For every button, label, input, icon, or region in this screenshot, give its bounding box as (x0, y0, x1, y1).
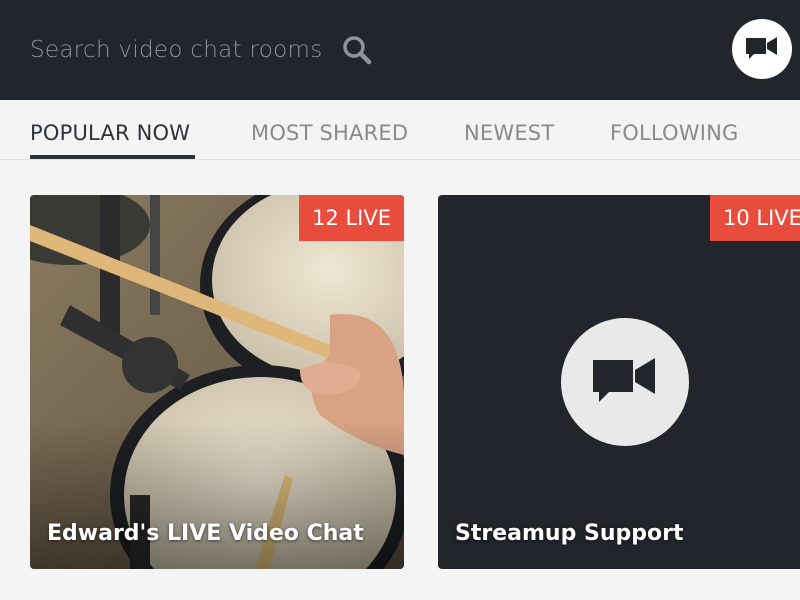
live-count-badge: 12 LIVE (299, 195, 404, 241)
video-camera-icon (746, 37, 777, 59)
room-title: Edward's LIVE Video Chat (47, 521, 364, 546)
room-thumbnail-placeholder (561, 318, 689, 446)
tab-popular-now[interactable]: POPULAR NOW (30, 121, 190, 145)
video-camera-icon (593, 358, 655, 402)
top-bar: Search video chat rooms (0, 0, 800, 100)
tab-bar: POPULAR NOW MOST SHARED NEWEST FOLLOWING (0, 100, 800, 160)
tab-most-shared[interactable]: MOST SHARED (251, 121, 408, 145)
live-count-badge: 10 LIVE (710, 195, 800, 241)
room-title: Streamup Support (455, 521, 684, 546)
tab-newest[interactable]: NEWEST (464, 121, 554, 145)
room-thumbnail-drum-kit (30, 195, 404, 569)
start-video-chat-button[interactable] (732, 19, 792, 79)
search-field[interactable]: Search video chat rooms (30, 28, 373, 72)
room-card[interactable]: 10 LIVE Streamup Support (438, 195, 800, 569)
active-tab-indicator (30, 155, 195, 159)
room-card[interactable]: 12 LIVE Edward's LIVE Video Chat (30, 195, 404, 569)
search-icon[interactable] (341, 34, 373, 66)
tab-following[interactable]: FOLLOWING (610, 121, 739, 145)
search-input[interactable]: Search video chat rooms (30, 37, 323, 63)
